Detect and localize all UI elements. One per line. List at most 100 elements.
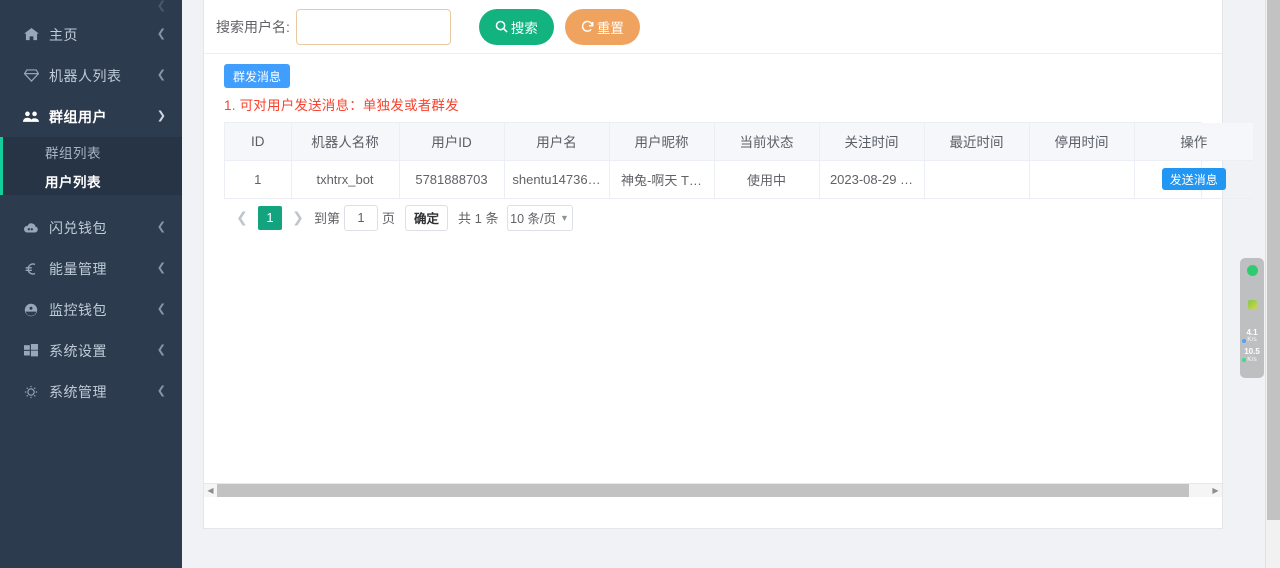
col-status: 当前状态 — [714, 123, 820, 161]
col-action: 操作 — [1134, 123, 1253, 161]
horizontal-scroll-track[interactable] — [217, 484, 1209, 497]
chevron-left-icon: ❮ — [156, 28, 166, 40]
sidebar-item-label: 群组用户 — [49, 108, 107, 125]
sidebar-item-label: 主页 — [49, 26, 78, 43]
triangle-right-icon[interactable]: ▶ — [1209, 486, 1222, 495]
search-button-label: 搜索 — [510, 20, 538, 36]
chevron-down-icon: ❯ — [156, 110, 166, 122]
broadcast-message-button[interactable]: 群发消息 — [224, 64, 291, 88]
jump-prefix-label: 到第 — [314, 211, 341, 226]
sidebar: ❮ 主页 ❮ 机器人列表 ❮ 群组用户 ❯ 群组列表 用户列表 闪兑钱包 ❮ 能… — [0, 0, 182, 568]
cell-user-id: 5781888703 — [399, 160, 505, 199]
home-icon — [22, 27, 40, 43]
sidebar-item-system-management[interactable]: 系统管理 ❮ — [0, 371, 182, 412]
sidebar-item-bot-list[interactable]: 机器人列表 ❮ — [0, 55, 182, 96]
sidebar-item-energy-management[interactable]: 能量管理 ❮ — [0, 248, 182, 289]
cell-username: shentu14736… — [504, 160, 610, 199]
monitor-wallet-icon — [22, 302, 40, 318]
cell-bot-name: txhtrx_bot — [291, 160, 400, 199]
euro-icon — [22, 261, 40, 277]
col-nickname: 用户昵称 — [609, 123, 715, 161]
chevron-left-icon: ❮ — [156, 385, 166, 397]
send-message-button[interactable]: 发送消息 — [1161, 168, 1226, 190]
chevron-right-icon[interactable]: ❯ — [286, 204, 310, 232]
sidebar-subitem-group-list[interactable]: 群组列表 — [3, 137, 182, 166]
col-recent-time: 最近时间 — [924, 123, 1030, 161]
upload-led-icon — [1242, 339, 1246, 344]
cell-nickname: 神兔-啊天 T… — [609, 160, 715, 199]
sidebar-subitem-label: 群组列表 — [45, 145, 101, 161]
col-id: ID — [225, 123, 292, 161]
reset-button-label: 重置 — [596, 20, 624, 36]
app-root: ❮ 主页 ❮ 机器人列表 ❮ 群组用户 ❯ 群组列表 用户列表 闪兑钱包 ❮ 能… — [0, 0, 1280, 568]
cell-recent-time — [924, 160, 1030, 199]
refresh-icon — [581, 20, 594, 33]
page-number-1[interactable]: 1 — [258, 205, 282, 230]
chevron-left-icon: ❮ — [156, 221, 166, 233]
netspeed-widget[interactable]: 4.1 K/s 10.5 K/s — [1240, 258, 1264, 378]
sidebar-item-swap-wallet[interactable]: 闪兑钱包 ❮ — [0, 207, 182, 248]
cloud-icon — [22, 220, 40, 236]
table-row[interactable]: 1 txhtrx_bot 5781888703 shentu14736… 神兔-… — [225, 160, 1253, 199]
search-button[interactable]: 搜索 — [478, 8, 554, 45]
pagination: ❮ 1 ❯ 到第 页 确定 共 1 条 10 条/页 ▼ — [224, 199, 1202, 237]
reset-button[interactable]: 重置 — [564, 8, 640, 45]
cell-disabled-time — [1029, 160, 1135, 199]
users-icon — [22, 109, 40, 125]
chevron-left-icon: ❮ — [156, 69, 166, 81]
sidebar-item-label: 闪兑钱包 — [49, 219, 107, 236]
sidebar-subitem-label: 用户列表 — [45, 174, 101, 190]
vertical-scroll-thumb[interactable] — [1267, 0, 1280, 520]
search-label: 搜索用户名: — [216, 18, 290, 35]
sidebar-item-label: 系统管理 — [49, 383, 107, 400]
chevron-left-icon[interactable]: ❮ — [157, 1, 166, 12]
status-dot-icon — [1246, 265, 1258, 276]
col-disabled-time: 停用时间 — [1029, 123, 1135, 161]
col-username: 用户名 — [504, 123, 610, 161]
content-card: 搜索用户名: 搜索 重置 群发消息 1. 可对用户发送消息：单独发或者群发 ID… — [203, 0, 1253, 529]
diamond-icon — [22, 68, 40, 84]
cell-id: 1 — [225, 160, 292, 199]
total-count-label: 共 1 条 — [458, 211, 499, 226]
sidebar-submenu-wrap: 群组列表 用户列表 — [0, 137, 182, 195]
col-bot-name: 机器人名称 — [291, 123, 400, 161]
page-size-select[interactable]: 10 条/页 ▼ — [506, 204, 573, 231]
sidebar-item-label: 机器人列表 — [49, 67, 122, 84]
page-jump-input[interactable] — [344, 204, 379, 231]
vertical-scrollbar[interactable] — [1265, 0, 1280, 568]
download-speed: 10.5 K/s — [1240, 347, 1264, 363]
table-header-row: ID 机器人名称 用户ID 用户名 用户昵称 当前状态 关注时间 最近时间 停用… — [225, 123, 1253, 161]
sidebar-item-group-users[interactable]: 群组用户 ❯ — [0, 96, 182, 137]
chevron-left-icon[interactable]: ❮ — [230, 204, 254, 232]
triangle-left-icon[interactable]: ◀ — [204, 486, 217, 495]
gear-icon — [22, 384, 40, 400]
cell-follow-time: 2023-08-29 … — [819, 160, 925, 199]
sidebar-item-home[interactable]: 主页 ❮ — [0, 14, 182, 55]
windows-grid-icon — [22, 343, 40, 359]
chevron-left-icon: ❮ — [156, 344, 166, 356]
sidebar-subitem-user-list[interactable]: 用户列表 — [3, 166, 182, 195]
sidebar-item-system-settings[interactable]: 系统设置 ❮ — [0, 330, 182, 371]
confirm-page-button[interactable]: 确定 — [405, 204, 449, 231]
sidebar-item-monitor-wallet[interactable]: 监控钱包 ❮ — [0, 289, 182, 330]
chevron-down-icon: ▼ — [559, 212, 569, 223]
search-input[interactable] — [295, 8, 451, 45]
toolbar: 群发消息 — [214, 54, 1212, 88]
sidebar-submenu: 群组列表 用户列表 — [3, 137, 182, 195]
upload-speed: 4.1 K/s — [1240, 328, 1264, 344]
horizontal-scroll-thumb[interactable] — [217, 484, 1190, 497]
horizontal-scrollbar[interactable]: ◀ ▶ — [204, 483, 1222, 497]
page-size-label: 10 条/页 — [510, 212, 556, 226]
download-led-icon — [1242, 358, 1246, 363]
chevron-left-icon: ❮ — [156, 262, 166, 274]
search-icon — [495, 20, 508, 33]
search-bar: 搜索用户名: 搜索 重置 — [204, 0, 1222, 54]
user-table: ID 机器人名称 用户ID 用户名 用户昵称 当前状态 关注时间 最近时间 停用… — [224, 122, 1253, 199]
notice-text: 1. 可对用户发送消息：单独发或者群发 — [224, 98, 459, 113]
sidebar-menu: 主页 ❮ 机器人列表 ❮ 群组用户 ❯ 群组列表 用户列表 闪兑钱包 ❮ 能量管… — [0, 14, 182, 412]
download-speed-unit: K/s — [1247, 355, 1257, 363]
col-user-id: 用户ID — [399, 123, 505, 161]
main-content: 搜索用户名: 搜索 重置 群发消息 1. 可对用户发送消息：单独发或者群发 ID… — [182, 0, 1280, 568]
sidebar-item-label: 系统设置 — [49, 342, 107, 359]
col-follow-time: 关注时间 — [819, 123, 925, 161]
